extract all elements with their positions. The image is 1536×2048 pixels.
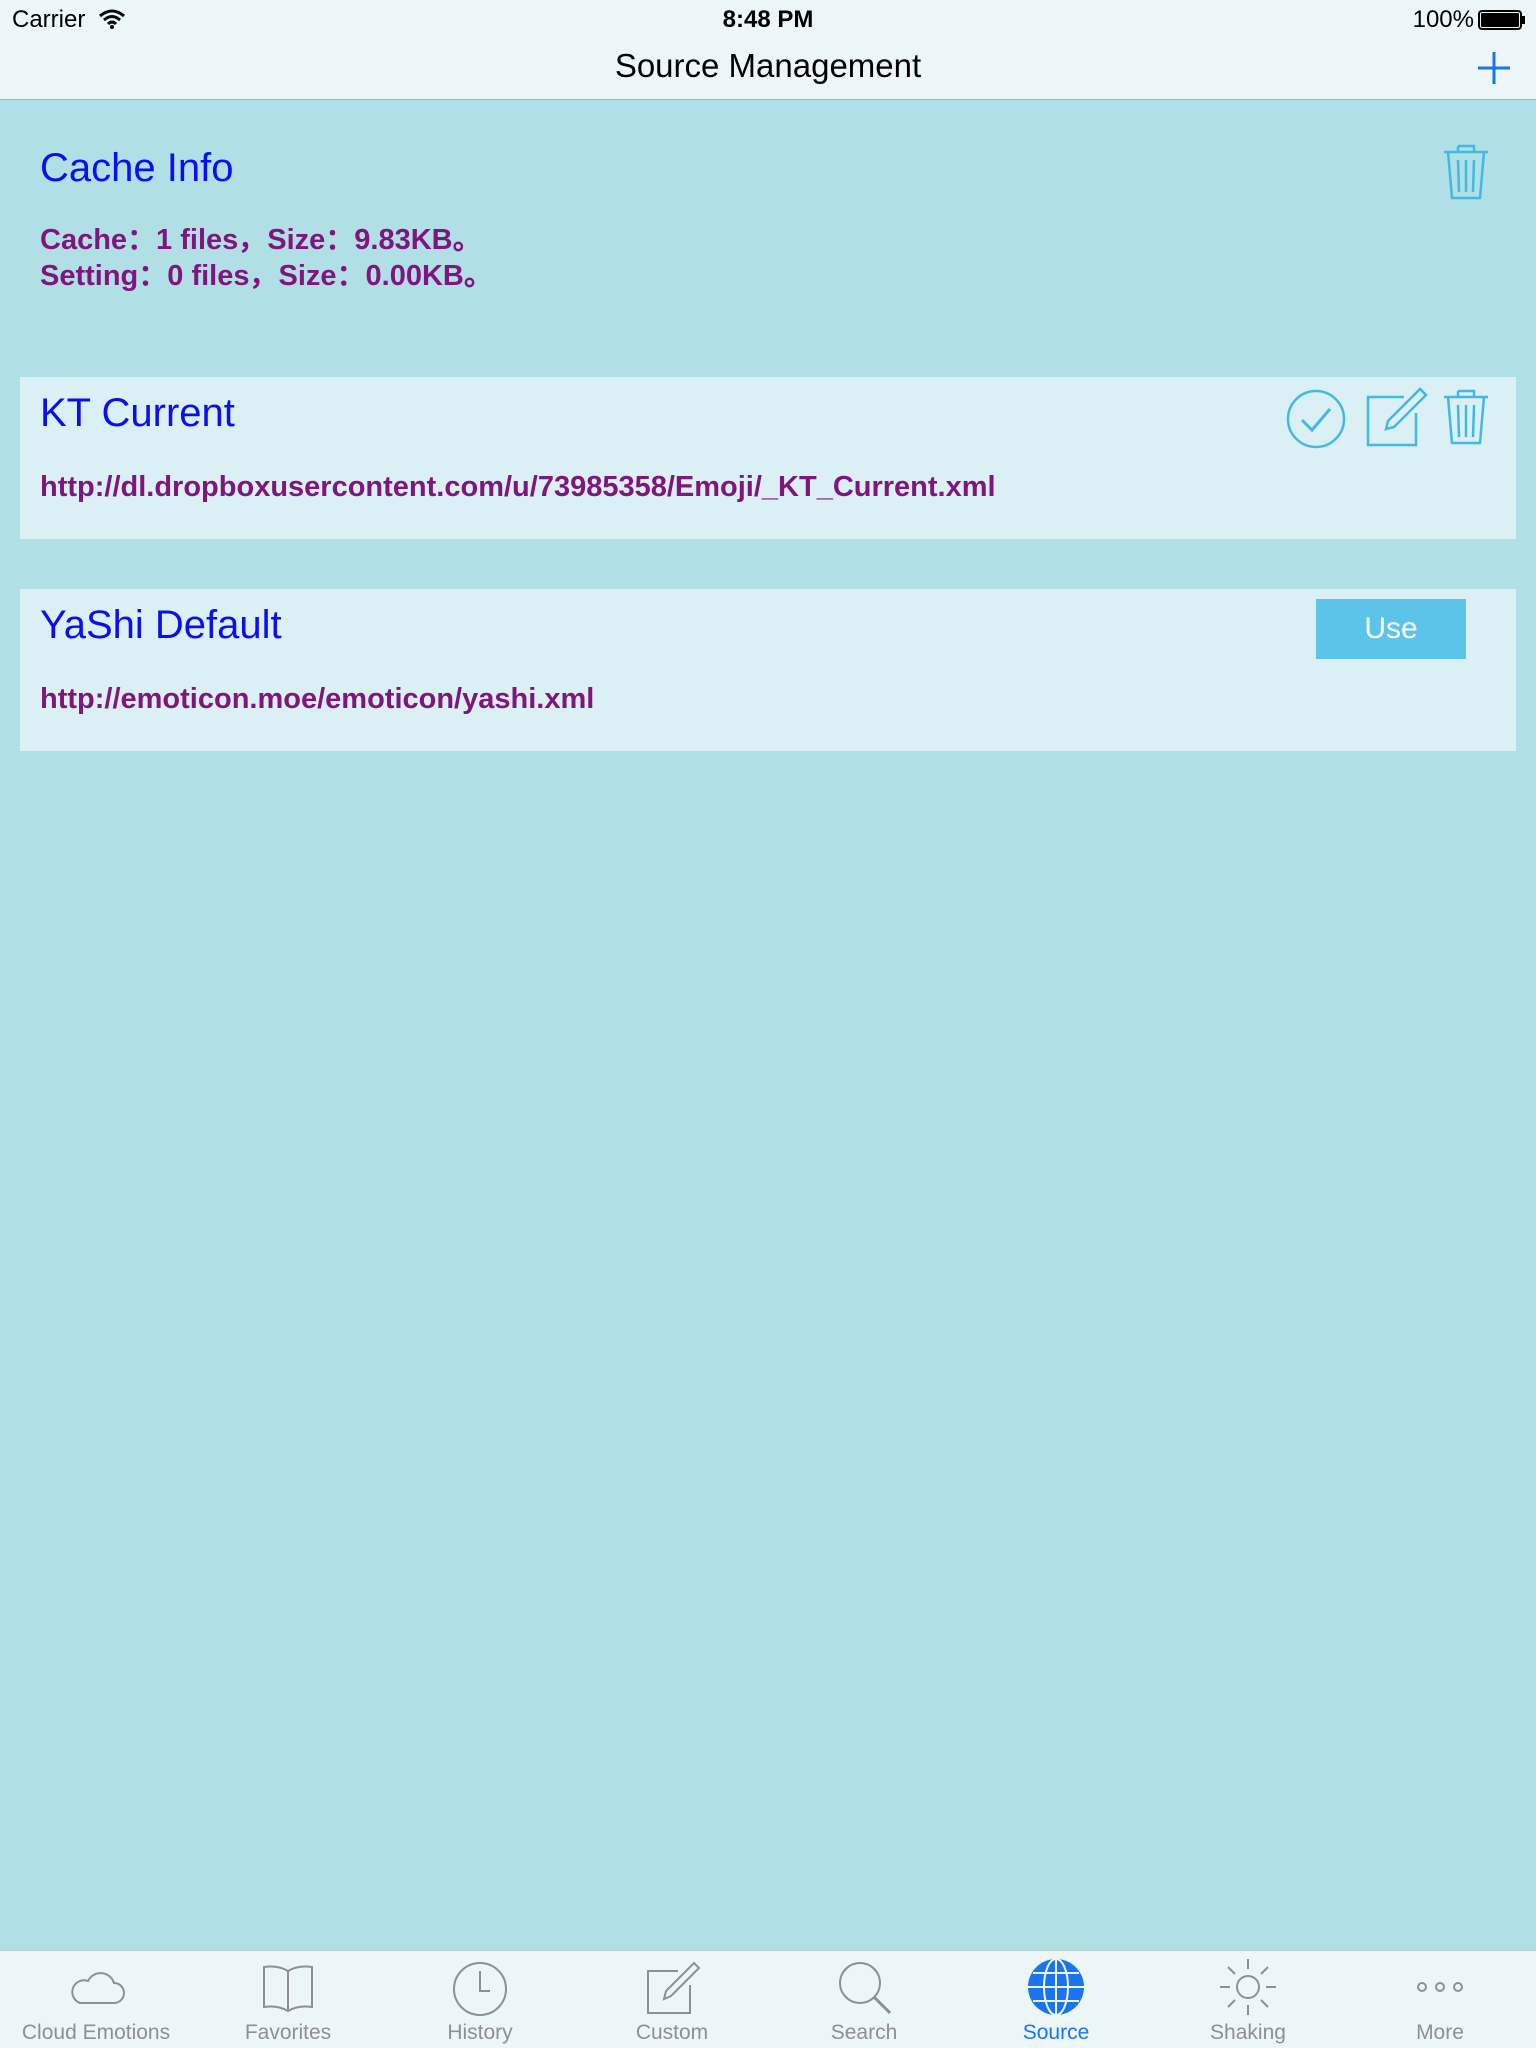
- clock-label: 8:48 PM: [722, 6, 814, 33]
- source-card-yashi-default: YaShi Default Use http://emoticon.moe/em…: [20, 589, 1516, 751]
- tab-label: More: [1416, 2021, 1464, 2044]
- tab-shaking[interactable]: Shaking: [1152, 1951, 1344, 2048]
- tab-label: Shaking: [1210, 2021, 1286, 2044]
- tab-label: Source Management: [995, 2021, 1118, 2048]
- trash-icon: [1444, 144, 1488, 200]
- more-icon: [1417, 1982, 1463, 1992]
- battery-icon: [1478, 10, 1525, 30]
- cloud-icon: [71, 1972, 125, 2004]
- clock-icon: [453, 1962, 507, 2016]
- setting-stats: Setting：0 files，Size：0.00KB。: [40, 260, 493, 292]
- tab-cloud-emotions[interactable]: Cloud Emotions: [0, 1951, 192, 2048]
- in-use-button[interactable]: [1284, 387, 1348, 451]
- delete-source-button[interactable]: [1440, 385, 1492, 447]
- battery-percent: 100%: [1412, 6, 1474, 33]
- tab-favorites[interactable]: Favorites: [192, 1951, 384, 2048]
- app-root: Carrier 8:48 PM 100% Source Management C…: [0, 0, 1536, 2048]
- clear-cache-button[interactable]: [1440, 140, 1492, 202]
- trash-icon: [1444, 389, 1488, 445]
- cache-info-title: Cache Info: [40, 146, 234, 190]
- tab-custom[interactable]: Custom: [576, 1951, 768, 2048]
- globe-icon: [1028, 1958, 1084, 2016]
- edit-source-button[interactable]: [1364, 385, 1428, 449]
- add-source-button[interactable]: [1470, 44, 1518, 92]
- book-icon: [263, 1965, 313, 2013]
- tab-label: Search: [830, 2021, 898, 2044]
- tab-more[interactable]: More: [1344, 1951, 1536, 2048]
- cache-info-section: Cache Info Cache：1 files，Size：9.83KB。 Se…: [0, 100, 1536, 350]
- page-title: Source Management: [614, 47, 922, 84]
- checkmark-circle-icon: [1286, 389, 1346, 449]
- tab-bar: Cloud Emotions Favorites History Custom: [0, 1950, 1536, 2048]
- edit-icon: [1366, 387, 1428, 447]
- tab-history[interactable]: History: [384, 1951, 576, 2048]
- tab-label: History: [447, 2021, 513, 2044]
- source-name: YaShi Default: [40, 603, 282, 647]
- tab-label: Favorites: [244, 2021, 332, 2044]
- source-name: KT Current: [40, 391, 235, 435]
- cache-stats: Cache：1 files，Size：9.83KB。: [40, 224, 482, 256]
- tab-label: Cloud Emotions: [21, 2021, 171, 2044]
- source-url: http://emoticon.moe/emoticon/yashi.xml: [40, 683, 595, 715]
- tab-search[interactable]: Search: [768, 1951, 960, 2048]
- status-bar: Carrier 8:48 PM 100%: [0, 0, 1536, 40]
- tab-source-management[interactable]: Source Management: [960, 1951, 1152, 2048]
- use-source-button[interactable]: Use: [1316, 599, 1466, 659]
- search-icon: [839, 1962, 892, 2015]
- navigation-bar: Source Management: [0, 40, 1536, 100]
- sun-icon: [1220, 1959, 1276, 2015]
- source-url: http://dl.dropboxusercontent.com/u/73985…: [40, 471, 996, 503]
- tab-label: Custom: [635, 2021, 709, 2044]
- source-card-kt-current: KT Current http://dl.dropboxusercontent.…: [20, 377, 1516, 539]
- edit-icon: [647, 1961, 701, 2014]
